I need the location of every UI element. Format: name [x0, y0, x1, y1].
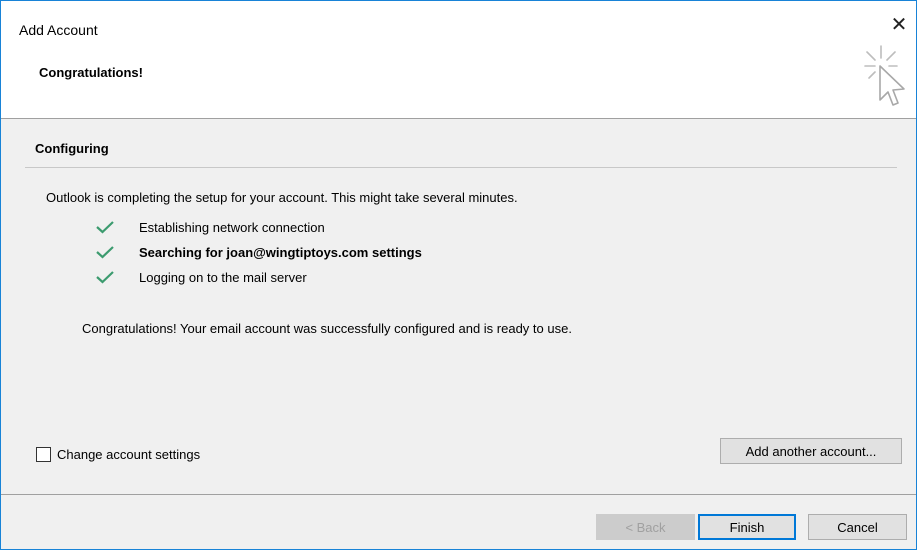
section-divider [25, 167, 897, 168]
change-account-settings-checkbox[interactable] [36, 447, 51, 462]
dialog-header: Add Account ✕ Congratulations! [1, 1, 916, 119]
cursor-click-icon [864, 45, 905, 106]
dialog-subtitle: Congratulations! [39, 65, 143, 80]
section-title: Configuring [35, 141, 109, 156]
result-message: Congratulations! Your email account was … [82, 321, 572, 336]
check-icon [96, 221, 114, 234]
finish-button[interactable]: Finish [698, 514, 796, 540]
intro-text: Outlook is completing the setup for your… [46, 190, 518, 205]
step-item: Establishing network connection [95, 217, 325, 237]
close-button[interactable]: ✕ [888, 14, 910, 36]
back-button[interactable]: < Back [596, 514, 695, 540]
footer-divider [1, 494, 916, 495]
step-label: Searching for joan@wingtiptoys.com setti… [139, 244, 422, 260]
step-item: Logging on to the mail server [95, 267, 307, 287]
change-account-settings-label[interactable]: Change account settings [57, 447, 200, 462]
step-label: Establishing network connection [139, 219, 325, 235]
add-another-account-button[interactable]: Add another account... [720, 438, 902, 464]
check-icon [96, 246, 114, 259]
dialog-title: Add Account [19, 22, 98, 38]
add-account-dialog: Add Account ✕ Congratulations! Configuri… [0, 0, 917, 550]
change-account-settings-option[interactable]: Change account settings [36, 447, 200, 462]
check-icon [96, 271, 114, 284]
step-label: Logging on to the mail server [139, 269, 307, 285]
step-item: Searching for joan@wingtiptoys.com setti… [95, 242, 422, 262]
cancel-button[interactable]: Cancel [808, 514, 907, 540]
